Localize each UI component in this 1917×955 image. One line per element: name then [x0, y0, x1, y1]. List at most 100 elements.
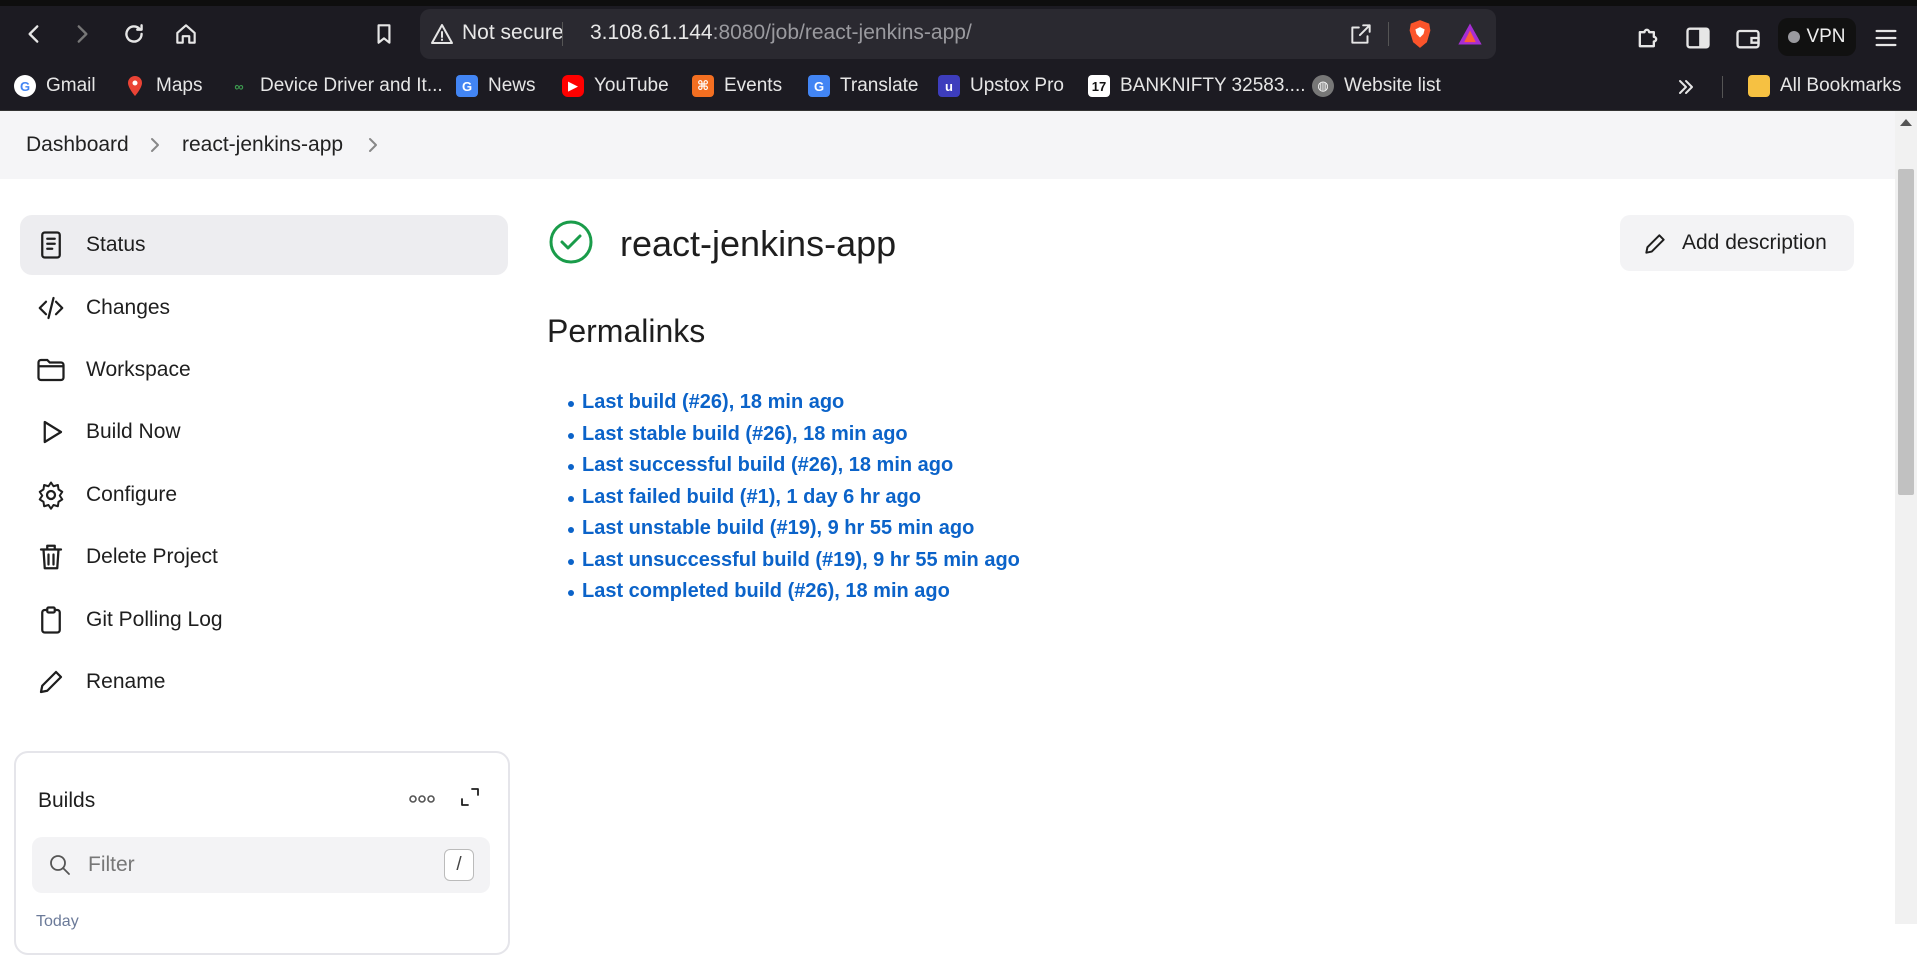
pencil-icon	[39, 670, 63, 694]
chevron-right-icon[interactable]	[366, 135, 380, 155]
share-icon[interactable]	[1348, 21, 1374, 47]
bookmark-banknifty[interactable]: 17 BANKNIFTY 32583....	[1088, 70, 1306, 102]
expand-icon[interactable]	[458, 785, 482, 809]
events-icon: ⌘	[692, 75, 714, 97]
maps-icon	[124, 75, 146, 97]
home-button[interactable]	[168, 16, 204, 52]
reload-button[interactable]	[116, 16, 152, 52]
sidebar-item-delete-project[interactable]: Delete Project	[20, 527, 508, 587]
translate-icon: G	[808, 75, 830, 97]
page-title: react-jenkins-app	[620, 223, 897, 264]
sidebar-item-label: Build Now	[86, 420, 181, 443]
builds-group-label: Today	[36, 913, 79, 930]
all-bookmarks-button[interactable]: All Bookmarks	[1748, 70, 1901, 102]
vpn-button[interactable]: VPN	[1778, 18, 1856, 56]
brave-shields-icon[interactable]	[1406, 19, 1434, 49]
extensions-icon[interactable]	[1634, 24, 1662, 52]
sidebar-item-label: Configure	[86, 483, 178, 506]
builds-filter-input[interactable]: Filter /	[32, 837, 490, 893]
back-arrow-icon	[28, 25, 39, 43]
bookmark-maps[interactable]: Maps	[124, 70, 202, 102]
url-host: 3.108.61.144	[590, 21, 713, 44]
page-scrollbar[interactable]	[1895, 111, 1917, 924]
url-path: :8080/job/react-jenkins-app/	[712, 21, 972, 44]
address-divider	[562, 22, 563, 46]
document-icon	[41, 231, 61, 259]
bookmarks-divider	[1722, 76, 1723, 98]
scroll-up-icon[interactable]	[1900, 119, 1912, 126]
more-options-icon[interactable]	[408, 791, 436, 807]
bookmark-news[interactable]: G News	[456, 70, 536, 102]
sidebar-item-rename[interactable]: Rename	[20, 652, 508, 712]
all-bookmarks-label: All Bookmarks	[1780, 75, 1902, 96]
breadcrumb-dashboard[interactable]: Dashboard	[26, 133, 129, 157]
pencil-icon	[1645, 234, 1665, 254]
permalink-last-failed-build[interactable]: Last failed build (#1), 1 day 6 hr ago	[568, 486, 1020, 518]
sidebar-item-label: Git Polling Log	[86, 608, 223, 631]
bookmark-label: BANKNIFTY 32583....	[1120, 75, 1306, 96]
upstox-icon: u	[938, 75, 960, 97]
breadcrumb-job[interactable]: react-jenkins-app	[182, 133, 343, 157]
sidebar-item-label: Changes	[86, 296, 171, 319]
keyboard-shortcut-badge: /	[444, 849, 474, 881]
news-icon: G	[456, 75, 478, 97]
youtube-icon: ▶	[562, 75, 584, 97]
back-button[interactable]	[16, 16, 52, 52]
permalink-last-build[interactable]: Last build (#26), 18 min ago	[568, 391, 1020, 423]
sidebar-item-git-polling-log[interactable]: Git Polling Log	[20, 590, 508, 650]
browser-toolbar: Not secure 3.108.61.144:8080/job/react-j…	[0, 6, 1917, 62]
permalink-last-successful-build[interactable]: Last successful build (#26), 18 min ago	[568, 454, 1020, 486]
permalinks-heading: Permalinks	[547, 313, 706, 349]
filter-placeholder: Filter	[88, 853, 135, 876]
permalink-last-unstable-build[interactable]: Last unstable build (#19), 9 hr 55 min a…	[568, 517, 1020, 549]
code-icon	[38, 296, 64, 320]
not-secure-label[interactable]: Not secure	[462, 21, 564, 45]
bookmark-label: Device Driver and It...	[260, 75, 443, 96]
bookmark-translate[interactable]: G Translate	[808, 70, 919, 102]
success-check-icon	[549, 220, 593, 264]
chevron-right-icon	[151, 138, 159, 152]
sidebar-item-label: Delete Project	[86, 545, 218, 568]
permalink-last-completed-build[interactable]: Last completed build (#26), 18 min ago	[568, 580, 1020, 612]
address-bar[interactable]: Not secure 3.108.61.144:8080/job/react-j…	[420, 9, 1496, 59]
sidebar-item-build-now[interactable]: Build Now	[20, 402, 508, 462]
sidebar-item-status[interactable]: Status	[20, 215, 508, 275]
sidebar-item-changes[interactable]: Changes	[20, 278, 508, 338]
bookmark-gmail[interactable]: G Gmail	[14, 70, 96, 102]
add-description-label: Add description	[1682, 231, 1827, 254]
bookmark-events[interactable]: ⌘ Events	[692, 70, 782, 102]
bookmark-icon	[377, 24, 391, 44]
permalink-last-unsuccessful-build[interactable]: Last unsuccessful build (#19), 9 hr 55 m…	[568, 549, 1020, 581]
folder-icon	[1748, 75, 1770, 97]
url-text[interactable]: 3.108.61.144:8080/job/react-jenkins-app/	[590, 21, 972, 45]
trash-icon	[39, 544, 63, 570]
sidebar-item-configure[interactable]: Configure	[20, 465, 508, 525]
sidebar-item-label: Workspace	[86, 358, 191, 381]
address-divider-2	[1388, 22, 1389, 46]
gear-icon	[38, 481, 64, 510]
bookmark-device-driver[interactable]: ∞ Device Driver and It...	[228, 70, 443, 102]
search-icon	[50, 855, 70, 875]
add-description-button[interactable]: Add description	[1620, 215, 1854, 271]
permalink-last-stable-build[interactable]: Last stable build (#26), 18 min ago	[568, 423, 1020, 455]
sidebar-item-workspace[interactable]: Workspace	[20, 340, 508, 400]
bookmark-youtube[interactable]: ▶ YouTube	[562, 70, 669, 102]
more-bookmarks-icon[interactable]	[1676, 78, 1696, 96]
breadcrumb: Dashboard react-jenkins-app	[0, 111, 1895, 179]
home-icon	[176, 24, 196, 44]
bookmark-page-button[interactable]	[366, 16, 402, 52]
menu-icon[interactable]	[1872, 24, 1900, 52]
bookmark-label: News	[488, 75, 536, 96]
bookmark-label: YouTube	[594, 75, 669, 96]
scrollbar-thumb[interactable]	[1898, 169, 1914, 495]
brave-rewards-icon[interactable]	[1456, 21, 1484, 47]
bookmark-website-list[interactable]: ◍ Website list	[1312, 70, 1441, 102]
wallet-icon[interactable]	[1734, 24, 1762, 52]
bookmark-upstox[interactable]: u Upstox Pro	[938, 70, 1064, 102]
folder-icon	[37, 358, 65, 382]
jenkins-page: Dashboard react-jenkins-app Status Chang…	[0, 111, 1917, 955]
forward-arrow-icon	[77, 25, 88, 43]
sidebar-toggle-icon[interactable]	[1684, 24, 1712, 52]
forward-button[interactable]	[64, 16, 100, 52]
bookmark-label: Translate	[840, 75, 919, 96]
